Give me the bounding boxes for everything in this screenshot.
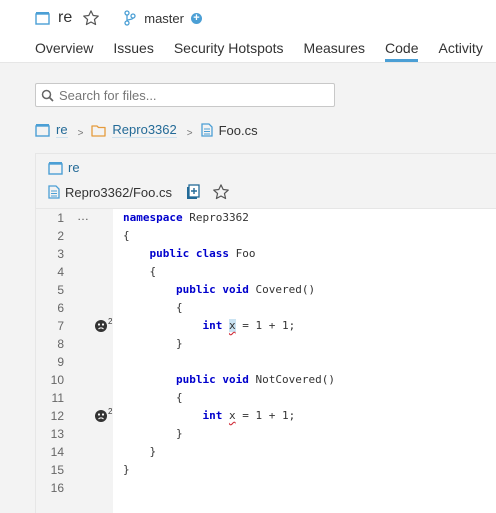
line-number[interactable]: 6 xyxy=(36,299,64,317)
breadcrumb-folder[interactable]: Repro3362 xyxy=(112,122,177,138)
top-bar: re master + Overview Issues Security Hot… xyxy=(0,0,496,63)
code-line: 15 } xyxy=(36,461,496,479)
code-line: 6 { xyxy=(36,299,496,317)
code-line: 10 public void NotCovered() xyxy=(36,371,496,389)
line-source: int x = 1 + 1; xyxy=(202,409,296,422)
code-line: 12 2 int x = 1 + 1; xyxy=(36,407,496,425)
line-source: namespace Repro3362 xyxy=(123,211,249,224)
viewer-file-path: Repro3362/Foo.cs xyxy=(65,184,172,200)
line-source: { xyxy=(175,301,183,314)
line-number[interactable]: 5 xyxy=(36,281,64,299)
line-number[interactable]: 13 xyxy=(36,425,64,443)
search-box xyxy=(35,83,335,107)
code-line: 5 public void Covered() xyxy=(36,281,496,299)
search-input[interactable] xyxy=(59,87,319,103)
issue-count: 2 xyxy=(108,407,113,416)
code-line: 11 { xyxy=(36,389,496,407)
line-number[interactable]: 15 xyxy=(36,461,64,479)
line-number[interactable]: 14 xyxy=(36,443,64,461)
breadcrumb-project[interactable]: re xyxy=(56,122,68,138)
open-in-new-window-icon[interactable] xyxy=(186,184,200,200)
line-source: { xyxy=(149,265,157,278)
branch-icon xyxy=(124,10,136,26)
file-icon xyxy=(48,185,60,199)
code-line: 2 { xyxy=(36,227,496,245)
line-number[interactable]: 10 xyxy=(36,371,64,389)
code-line: 9 xyxy=(36,353,496,371)
viewer-file: Repro3362/Foo.cs xyxy=(48,183,230,201)
line-source: } xyxy=(175,337,183,350)
line-number[interactable]: 8 xyxy=(36,335,64,353)
line-options[interactable]: … xyxy=(77,207,90,225)
line-number[interactable]: 3 xyxy=(36,245,64,263)
tab-code[interactable]: Code xyxy=(385,40,419,62)
line-number[interactable]: 4 xyxy=(36,263,64,281)
line-source: int x = 1 + 1; xyxy=(202,319,296,332)
folder-icon xyxy=(91,124,107,137)
file-icon xyxy=(200,123,213,137)
code-line: 4 { xyxy=(36,263,496,281)
tab-overview[interactable]: Overview xyxy=(35,40,93,62)
project-icon xyxy=(48,161,63,175)
tab-security-hotspots[interactable]: Security Hotspots xyxy=(174,40,284,62)
favorite-star-icon[interactable] xyxy=(212,183,230,201)
line-source: public void Covered() xyxy=(175,283,316,296)
breadcrumb-separator-icon: > xyxy=(77,127,84,139)
code-line: 14 } xyxy=(36,443,496,461)
code-line: 1 … namespace Repro3362 xyxy=(36,209,496,227)
tab-measures[interactable]: Measures xyxy=(304,40,365,62)
line-number[interactable]: 9 xyxy=(36,353,64,371)
tab-issues[interactable]: Issues xyxy=(113,40,153,62)
line-number[interactable]: 16 xyxy=(36,479,64,497)
code-line: 8 } xyxy=(36,335,496,353)
tab-activity[interactable]: Activity xyxy=(438,40,482,62)
line-number[interactable]: 11 xyxy=(36,389,64,407)
search-icon xyxy=(41,89,54,102)
code-line: 16 xyxy=(36,479,496,497)
code-line: 7 2 int x = 1 + 1; xyxy=(36,317,496,335)
breadcrumb: re > Repro3362 > Foo.cs xyxy=(35,121,258,139)
branch-name[interactable]: master xyxy=(144,11,184,26)
add-branch-icon[interactable]: + xyxy=(190,12,202,24)
favorite-star-icon[interactable] xyxy=(82,9,100,27)
project-name[interactable]: re xyxy=(58,9,72,27)
line-source: } xyxy=(149,445,157,458)
line-source: } xyxy=(123,463,130,476)
project-icon xyxy=(35,11,50,25)
project-icon xyxy=(35,123,50,137)
code-view: 1 … namespace Repro3362 2 { 3 public cla… xyxy=(36,209,496,513)
code-line: 3 public class Foo xyxy=(36,245,496,263)
source-viewer-header: re Repro3362/Foo.cs xyxy=(36,154,496,209)
line-number[interactable]: 7 xyxy=(36,317,64,335)
viewer-project: re xyxy=(48,160,80,175)
line-number[interactable]: 2 xyxy=(36,227,64,245)
project-nav: Overview Issues Security Hotspots Measur… xyxy=(35,40,496,62)
issue-count: 2 xyxy=(108,317,113,326)
line-number[interactable]: 12 xyxy=(36,407,64,425)
line-source: { xyxy=(175,391,183,404)
breadcrumb-separator-icon: > xyxy=(186,127,193,139)
code-line: 13 } xyxy=(36,425,496,443)
viewer-project-name[interactable]: re xyxy=(68,160,80,175)
line-number[interactable]: 1 xyxy=(36,209,64,227)
line-source: { xyxy=(123,229,130,242)
line-source: } xyxy=(175,427,183,440)
project-header: re master + xyxy=(35,8,202,28)
line-source: public class Foo xyxy=(149,247,256,260)
source-viewer: re Repro3362/Foo.cs 1 … namespace Repro3… xyxy=(35,153,496,513)
line-source: public void NotCovered() xyxy=(175,373,335,386)
breadcrumb-file: Foo.cs xyxy=(218,122,258,138)
